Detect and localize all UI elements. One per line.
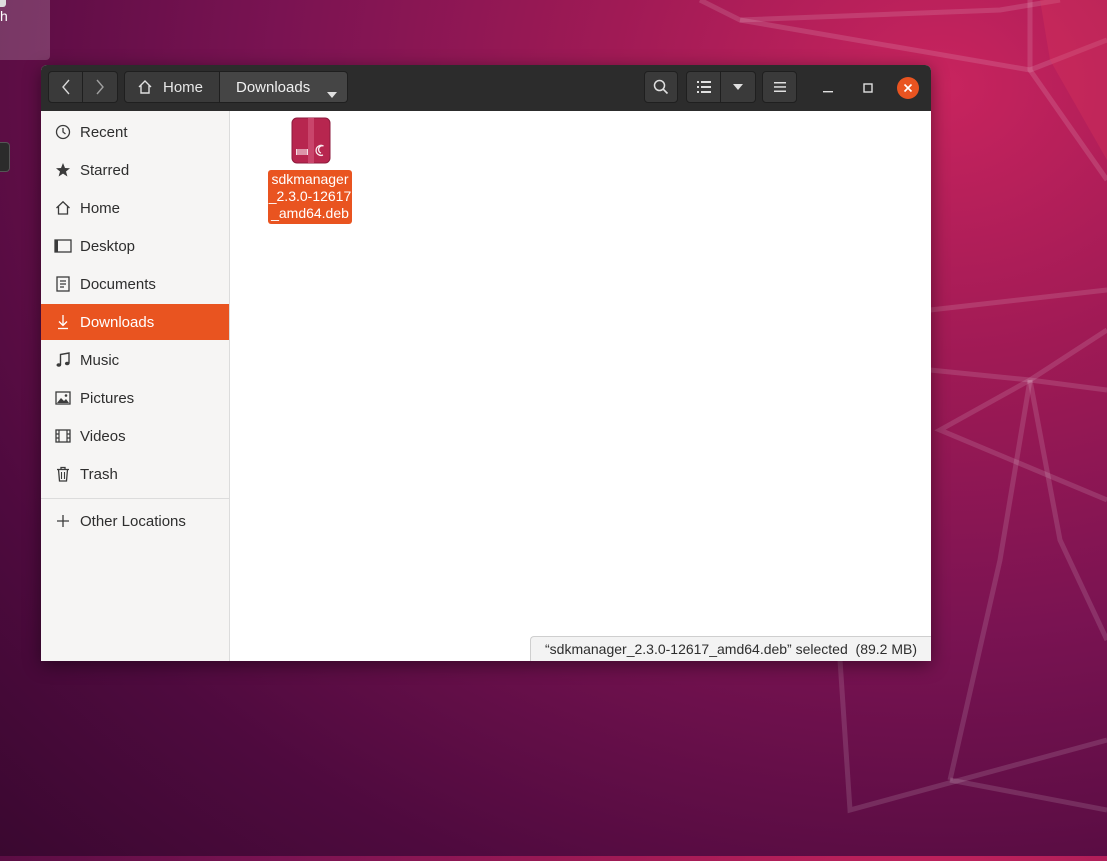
close-button[interactable] <box>897 77 919 99</box>
clock-icon <box>54 123 72 141</box>
sidebar-item-label: Pictures <box>80 389 135 407</box>
sidebar-item-label: Other Locations <box>80 512 186 530</box>
list-view-button[interactable] <box>686 71 721 103</box>
dock-edge[interactable] <box>0 142 10 172</box>
sidebar-item-label: Music <box>80 351 120 369</box>
sidebar-item-recent[interactable]: Recent <box>41 114 229 150</box>
places-sidebar: Recent Starred Home Desktop Documents Do… <box>41 111 230 661</box>
music-note-icon <box>54 351 72 369</box>
selection-status-bar: “sdkmanager_2.3.0-12617_amd64.deb” selec… <box>530 636 931 661</box>
desktop-shortcut[interactable]: h <box>0 0 50 60</box>
sidebar-item-pictures[interactable]: Pictures <box>41 380 229 416</box>
sidebar-item-label: Videos <box>80 427 126 445</box>
minimize-icon <box>823 91 833 93</box>
sidebar-separator <box>41 498 229 499</box>
desktop-icon <box>54 237 72 255</box>
sidebar-item-trash[interactable]: Trash <box>41 456 229 492</box>
desktop-shortcut-label: h <box>0 8 8 24</box>
sidebar-item-label: Desktop <box>80 237 136 255</box>
chevron-right-icon <box>96 79 104 95</box>
sidebar-item-home[interactable]: Home <box>41 190 229 226</box>
search-button[interactable] <box>644 71 678 103</box>
pathbar: Home Downloads <box>124 71 348 103</box>
star-icon <box>54 161 72 179</box>
chevron-left-icon <box>61 79 70 95</box>
maximize-icon <box>863 83 873 93</box>
pathbar-current-label: Downloads <box>236 78 311 96</box>
sidebar-item-desktop[interactable]: Desktop <box>41 228 229 264</box>
pathbar-current-button[interactable]: Downloads <box>220 71 348 103</box>
file-item[interactable]: sdkmanage​r_2.3.0-​12617_​amd64.deb <box>268 117 354 224</box>
sidebar-item-label: Recent <box>80 123 128 141</box>
sidebar-item-label: Home <box>80 199 121 217</box>
status-text: “sdkmanager_2.3.0-12617_amd64.deb” selec… <box>545 641 917 657</box>
search-icon <box>653 79 669 95</box>
menu-button[interactable] <box>762 71 797 103</box>
sidebar-item-documents[interactable]: Documents <box>41 266 229 302</box>
sidebar-item-label: Downloads <box>80 313 155 331</box>
view-options-button[interactable] <box>721 71 756 103</box>
sidebar-item-label: Starred <box>80 161 130 179</box>
sidebar-item-videos[interactable]: Videos <box>41 418 229 454</box>
sidebar-item-label: Trash <box>80 465 118 483</box>
maximize-button[interactable] <box>857 77 879 99</box>
plus-icon <box>54 512 72 530</box>
pathbar-home-button[interactable]: Home <box>124 71 220 103</box>
sidebar-item-label: Documents <box>80 275 156 293</box>
sidebar-item-other-locations[interactable]: Other Locations <box>41 503 229 539</box>
headerbar: Home Downloads <box>41 65 931 112</box>
deb-package-icon <box>268 117 354 165</box>
caret-down-icon <box>733 84 743 90</box>
home-icon <box>137 79 153 95</box>
close-icon <box>903 83 913 93</box>
sidebar-item-downloads[interactable]: Downloads <box>41 304 229 340</box>
sidebar-item-starred[interactable]: Starred <box>41 152 229 188</box>
caret-down-icon <box>327 85 337 102</box>
file-view[interactable]: sdkmanage​r_2.3.0-​12617_​amd64.deb “sdk… <box>230 111 931 661</box>
film-icon <box>54 427 72 445</box>
desktop-shortcut-icon <box>0 0 6 7</box>
file-name-label: sdkmanage​r_2.3.0-​12617_​amd64.deb <box>268 170 352 224</box>
files-window: Home Downloads Recent Starred Home Deskt… <box>41 65 931 661</box>
minimize-button[interactable] <box>817 77 839 99</box>
document-icon <box>54 275 72 293</box>
navigation-buttons <box>48 71 118 103</box>
picture-icon <box>54 389 72 407</box>
home-icon <box>54 199 72 217</box>
list-view-icon <box>696 81 711 93</box>
trash-icon <box>54 465 72 483</box>
back-button[interactable] <box>48 71 83 103</box>
download-icon <box>54 313 72 331</box>
sidebar-item-music[interactable]: Music <box>41 342 229 378</box>
hamburger-menu-icon <box>773 82 786 92</box>
pathbar-home-label: Home <box>163 78 204 96</box>
forward-button[interactable] <box>83 71 118 103</box>
